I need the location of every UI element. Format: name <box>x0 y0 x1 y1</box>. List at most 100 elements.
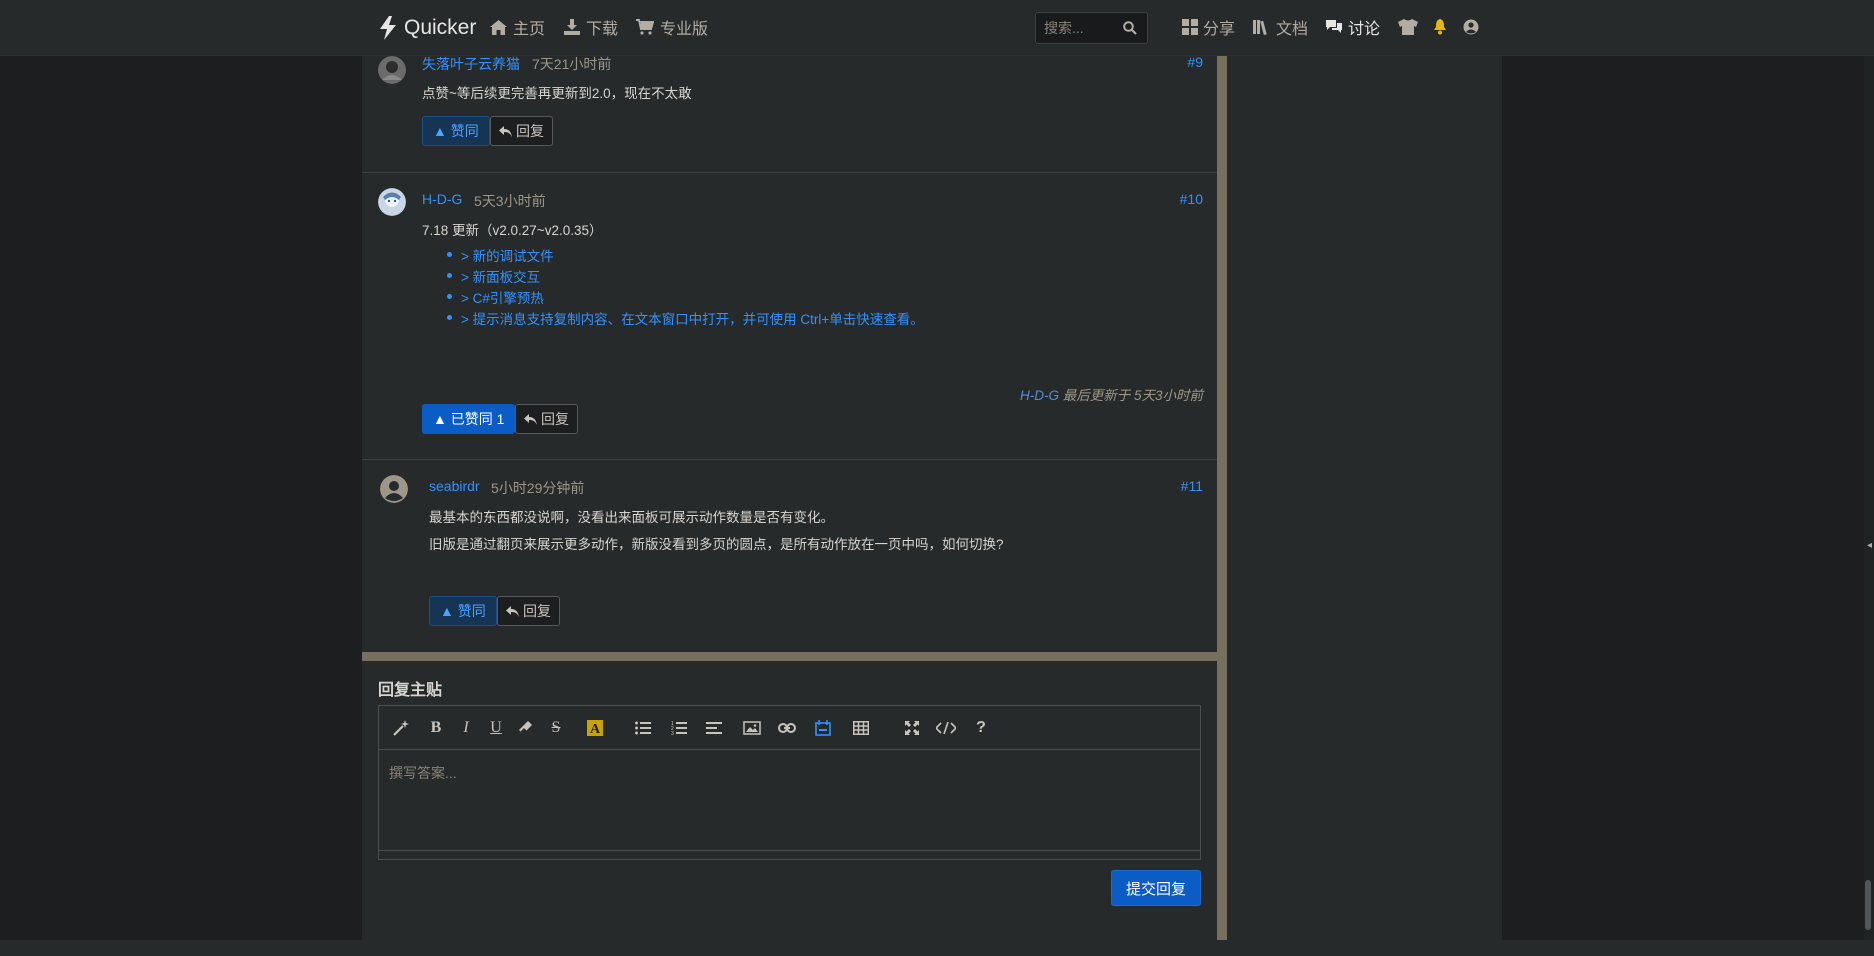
right-gutter <box>1502 56 1874 940</box>
editor-resize-handle[interactable] <box>379 850 1200 859</box>
upvote-button[interactable]: ▲ 已赞同 1 <box>422 404 516 434</box>
search-icon[interactable] <box>1123 21 1137 35</box>
upvote-button[interactable]: ▲ 赞同 <box>422 116 490 146</box>
list-item[interactable]: > 新面板交互 <box>461 265 924 286</box>
default-user-icon <box>380 475 408 503</box>
bold-icon[interactable]: B <box>424 716 448 740</box>
top-navbar: Quicker 主页 下载 专业版 分享 文档 讨论 <box>0 0 1874 56</box>
list-item-text: > 提示消息支持复制内容、在文本窗口中打开，并可使用 Ctrl+单击快速查看。 <box>461 311 924 327</box>
nav-discuss[interactable]: 讨论 <box>1325 16 1380 38</box>
code-icon[interactable] <box>934 716 958 740</box>
eraser-icon[interactable] <box>514 716 538 740</box>
upvote-button[interactable]: ▲ 赞同 <box>429 596 497 626</box>
last-update-user[interactable]: H-D-G <box>1020 388 1059 403</box>
nav-share-label: 分享 <box>1203 21 1236 38</box>
highlight-icon[interactable]: A <box>583 716 607 740</box>
post-item: seabirdr 5小时29分钟前 #11 最基本的东西都没说啊，没看出来面板可… <box>362 460 1217 652</box>
comments-icon <box>1326 20 1342 33</box>
post-time: 5天3小时前 <box>474 193 546 209</box>
nav-notifications[interactable] <box>1433 16 1452 38</box>
reply-section-title: 回复主贴 <box>378 682 443 699</box>
post-item: 失落叶子云养猫 7天21小时前 #9 点赞~等后续更完善再更新到2.0，现在不太… <box>362 54 1217 173</box>
edge-arrow-icon[interactable]: ◂ <box>1867 540 1872 551</box>
page-scrollbar[interactable] <box>1864 56 1874 940</box>
post-author[interactable]: seabirdr <box>429 478 480 494</box>
nav-home[interactable]: 主页 <box>490 16 545 38</box>
numbered-list-icon[interactable]: 123 <box>667 716 691 740</box>
list-item-text: > C#引擎预热 <box>461 290 544 306</box>
nav-user[interactable] <box>1463 16 1484 38</box>
post-body-line: 最基本的东西都没说啊，没看出来面板可展示动作数量是否有变化。 <box>429 510 834 525</box>
nav-download-label: 下载 <box>586 21 619 38</box>
strikethrough-icon[interactable]: S <box>544 716 568 740</box>
update-list: > 新的调试文件 > 新面板交互 > C#引擎预热 > 提示消息支持复制内容、在… <box>461 244 924 328</box>
link-icon[interactable] <box>775 716 799 740</box>
reply-label: 回复 <box>516 123 544 139</box>
post-author[interactable]: H-D-G <box>422 191 462 207</box>
post-body-line: 点赞~等后续更完善再更新到2.0，现在不太敢 <box>422 86 692 101</box>
reply-icon <box>524 413 537 425</box>
nav-pro[interactable]: 专业版 <box>636 16 708 38</box>
quicker-logo-icon <box>380 16 396 40</box>
list-item[interactable]: > 新的调试文件 <box>461 244 924 265</box>
nav-discuss-label: 讨论 <box>1348 21 1381 38</box>
post-number[interactable]: #11 <box>1181 478 1203 494</box>
image-icon[interactable] <box>740 716 764 740</box>
editor-toolbar: B I U S A 123 ? <box>379 706 1200 750</box>
nav-shirt[interactable] <box>1398 16 1423 38</box>
list-item-text: > 新面板交互 <box>461 269 541 285</box>
reply-icon <box>506 605 519 617</box>
magic-icon[interactable] <box>389 716 413 740</box>
list-item[interactable]: > 提示消息支持复制内容、在文本窗口中打开，并可使用 Ctrl+单击快速查看。 <box>461 307 924 328</box>
cart-icon <box>636 19 654 35</box>
home-icon <box>490 19 507 35</box>
post-time: 5小时29分钟前 <box>491 480 585 496</box>
last-update-text: 最后更新于 5天3小时前 <box>1058 388 1203 403</box>
reply-textarea[interactable] <box>379 751 1200 851</box>
fullscreen-icon[interactable] <box>900 716 924 740</box>
nav-download[interactable]: 下载 <box>564 16 618 38</box>
post-number[interactable]: #9 <box>1187 54 1203 70</box>
post-number[interactable]: #10 <box>1180 191 1203 207</box>
nav-share[interactable]: 分享 <box>1182 16 1235 38</box>
download-icon <box>564 19 580 35</box>
post-author[interactable]: 失落叶子云养猫 <box>422 54 520 74</box>
avatar-image <box>378 188 406 216</box>
bottom-bar <box>0 940 1874 956</box>
content-divider <box>1217 56 1227 940</box>
reply-button[interactable]: 回复 <box>497 596 560 626</box>
table-icon[interactable] <box>849 716 873 740</box>
help-icon[interactable]: ? <box>969 716 993 740</box>
scrollbar-thumb[interactable] <box>1865 880 1871 930</box>
submit-reply-button[interactable]: 提交回复 <box>1111 870 1201 906</box>
underline-icon[interactable]: U <box>484 716 508 740</box>
search-box <box>1035 12 1148 44</box>
post-body-line: 7.18 更新（v2.0.27~v2.0.35） <box>422 223 603 238</box>
avatar[interactable] <box>378 56 406 84</box>
italic-icon[interactable]: I <box>454 716 478 740</box>
brand-logo[interactable]: Quicker <box>378 14 476 42</box>
reply-label: 回复 <box>541 411 569 427</box>
tshirt-icon <box>1398 19 1418 35</box>
post-body-line: 旧版是通过翻页来展示更多动作，新版没看到多页的圆点，是所有动作放在一页中吗，如何… <box>429 537 1004 552</box>
nav-docs-label: 文档 <box>1276 21 1309 38</box>
user-circle-icon <box>1463 19 1479 35</box>
avatar-image <box>378 56 406 84</box>
avatar[interactable] <box>378 188 406 216</box>
list-item[interactable]: > C#引擎预热 <box>461 286 924 307</box>
brand-name: Quicker <box>404 16 477 39</box>
left-gutter <box>0 56 362 940</box>
svg-text:A: A <box>590 722 601 736</box>
bell-icon <box>1434 19 1446 35</box>
bullet-list-icon[interactable] <box>631 716 655 740</box>
post-item: H-D-G 5天3小时前 #10 7.18 更新（v2.0.27~v2.0.35… <box>362 173 1217 460</box>
align-icon[interactable] <box>702 716 726 740</box>
avatar[interactable] <box>380 475 408 503</box>
search-input[interactable] <box>1036 20 1116 36</box>
section-divider <box>362 652 1217 661</box>
calendar-icon[interactable] <box>811 716 835 740</box>
nav-docs[interactable]: 文档 <box>1253 16 1308 38</box>
reply-button[interactable]: 回复 <box>490 116 553 146</box>
last-update-note: H-D-G 最后更新于 5天3小时前 <box>1020 384 1203 404</box>
reply-button[interactable]: 回复 <box>515 404 578 434</box>
